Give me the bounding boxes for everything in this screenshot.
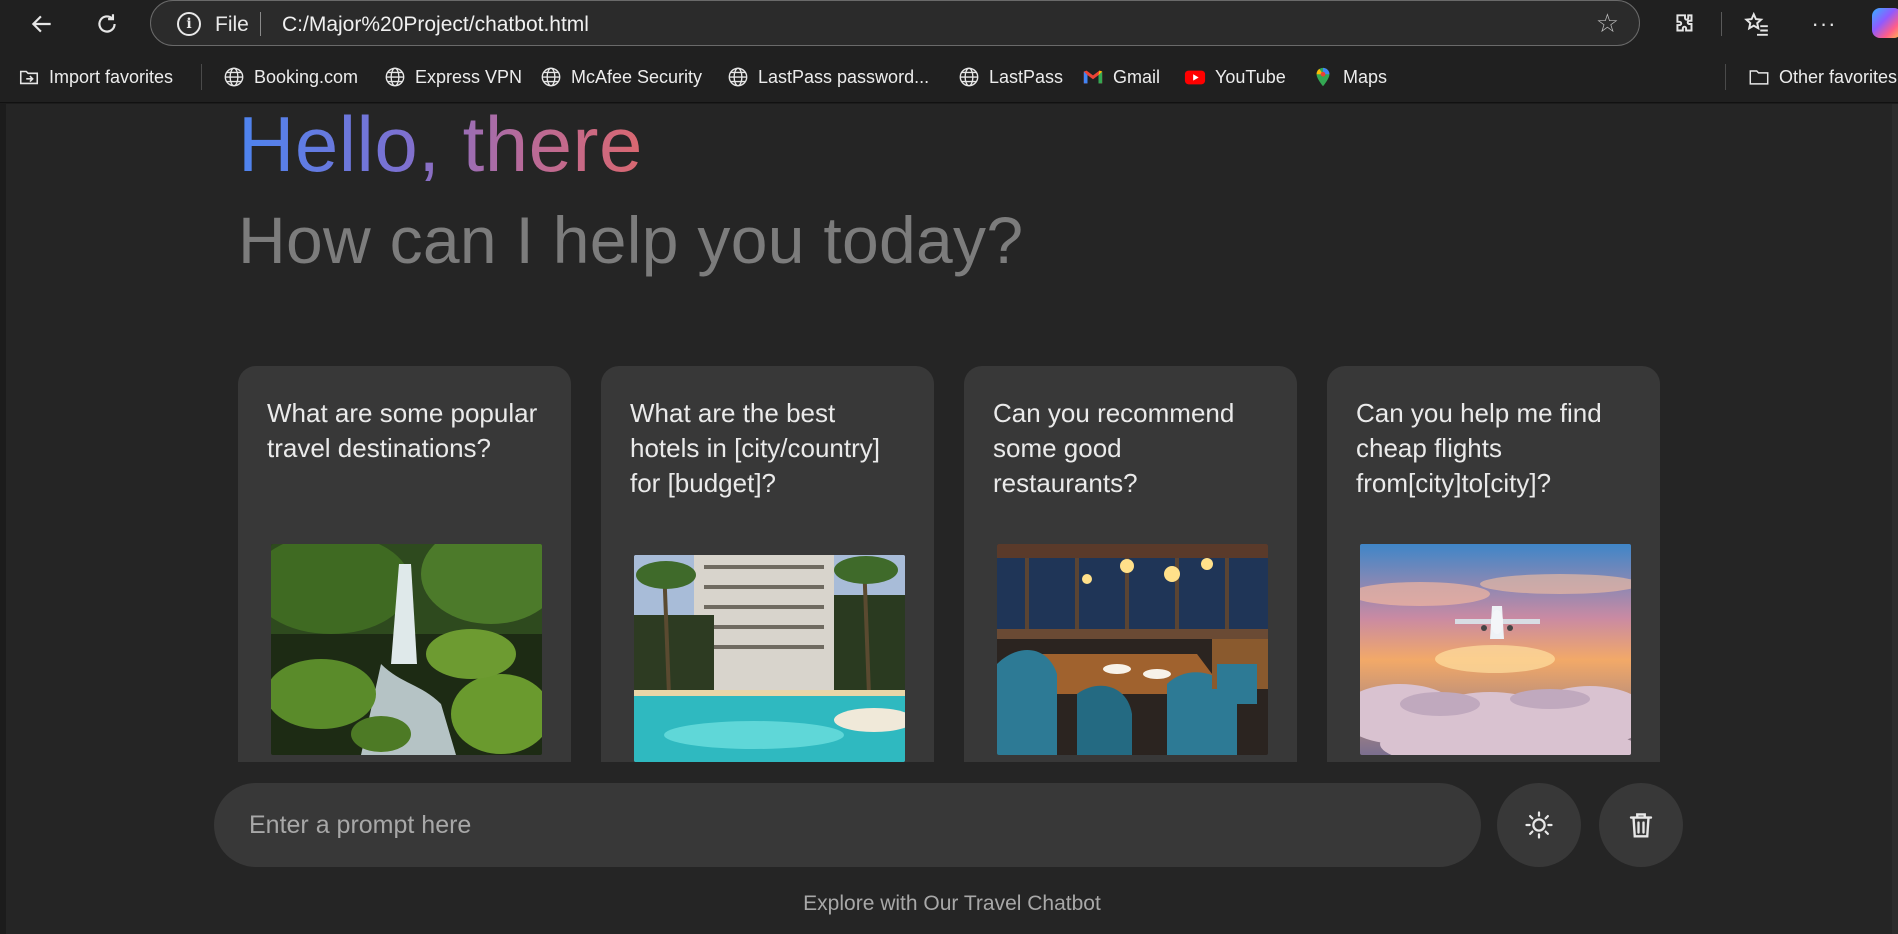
folder-icon xyxy=(1748,66,1770,88)
airplane-sunset-photo xyxy=(1360,544,1631,755)
delete-chat-button[interactable] xyxy=(1599,783,1683,867)
suggestion-card-flights[interactable]: Can you help me find cheap flights from[… xyxy=(1327,366,1660,762)
suggestion-card-restaurants[interactable]: Can you recommend some good restaurants? xyxy=(964,366,1297,762)
suggestion-text: What are some popular travel destination… xyxy=(267,398,538,463)
favorite-label: Maps xyxy=(1343,66,1388,87)
favorites-button[interactable] xyxy=(1741,8,1773,40)
browser-toolbar: i File C:/Major%20Project/chatbot.html ☆… xyxy=(0,0,1898,47)
favorite-label: Booking.com xyxy=(254,66,359,87)
favorite-gmail[interactable]: Gmail xyxy=(1082,65,1160,89)
sun-icon xyxy=(1525,811,1553,839)
globe-icon xyxy=(384,66,406,88)
add-favorite-star-icon[interactable]: ☆ xyxy=(1596,10,1619,36)
favorite-express-vpn[interactable]: Express VPN xyxy=(384,65,522,89)
suggestion-text: What are the best hotels in [city/countr… xyxy=(630,398,880,498)
chatbot-page: Hello, there How can I help you today? W… xyxy=(6,104,1898,934)
favorite-label: Express VPN xyxy=(415,66,523,87)
back-button[interactable] xyxy=(24,6,60,42)
suggestion-text: Can you recommend some good restaurants? xyxy=(993,398,1235,498)
favorite-youtube[interactable]: YouTube xyxy=(1184,65,1286,89)
favorite-lastpass-password[interactable]: LastPass password... xyxy=(727,65,929,89)
globe-icon xyxy=(540,66,562,88)
hotel-pool-photo xyxy=(634,555,905,762)
favorite-label: Gmail xyxy=(1113,66,1161,87)
favorite-label: Other favorites xyxy=(1779,66,1898,87)
favorite-mcafee[interactable]: McAfee Security xyxy=(540,65,702,89)
page-scrollbar[interactable] xyxy=(1892,104,1898,934)
extensions-button[interactable] xyxy=(1669,8,1701,40)
favorite-label: YouTube xyxy=(1215,66,1286,87)
favorite-label: LastPass xyxy=(989,66,1064,87)
suggestion-card-destinations[interactable]: What are some popular travel destination… xyxy=(238,366,571,762)
maps-icon xyxy=(1312,66,1334,88)
prompt-input[interactable] xyxy=(249,783,1449,867)
refresh-button[interactable] xyxy=(89,6,125,42)
waterfall-forest-photo xyxy=(271,544,542,755)
globe-icon xyxy=(958,66,980,88)
address-scheme-label: File xyxy=(215,13,249,36)
youtube-icon xyxy=(1184,66,1206,88)
favorites-divider xyxy=(1725,64,1726,90)
help-subtitle: How can I help you today? xyxy=(238,203,1024,277)
favorite-import[interactable]: Import favorites xyxy=(18,65,173,89)
prompt-bar xyxy=(214,783,1481,867)
toolbar-divider xyxy=(1721,12,1722,36)
favorite-label: McAfee Security xyxy=(571,66,703,87)
favorite-booking[interactable]: Booking.com xyxy=(223,65,358,89)
favorites-star-list-icon xyxy=(1744,11,1768,36)
restaurant-interior-photo xyxy=(997,544,1268,755)
globe-icon xyxy=(727,66,749,88)
ellipsis-icon: ··· xyxy=(1811,11,1837,36)
favorite-maps[interactable]: Maps xyxy=(1312,65,1387,89)
puzzle-icon xyxy=(1676,14,1693,32)
suggestion-text: Can you help me find cheap flights from[… xyxy=(1356,398,1602,498)
favorite-label: LastPass password... xyxy=(758,66,930,87)
site-info-icon[interactable]: i xyxy=(177,12,201,36)
favorite-label: Import favorites xyxy=(49,66,174,87)
address-bar[interactable]: i File C:/Major%20Project/chatbot.html ☆ xyxy=(150,0,1640,46)
suggestion-card-hotels[interactable]: What are the best hotels in [city/countr… xyxy=(601,366,934,762)
greeting-heading: Hello, there xyxy=(238,100,643,188)
copilot-icon[interactable] xyxy=(1872,8,1898,38)
favorites-bar: Import favorites Booking.com Express VPN… xyxy=(0,47,1898,103)
refresh-icon xyxy=(98,14,116,33)
footer-text: Explore with Our Travel Chatbot xyxy=(803,892,1101,915)
trash-icon xyxy=(1629,813,1653,838)
more-options-button[interactable]: ··· xyxy=(1808,8,1840,40)
gmail-icon xyxy=(1082,66,1104,88)
favorite-lastpass[interactable]: LastPass xyxy=(958,65,1063,89)
globe-icon xyxy=(223,66,245,88)
favorites-divider xyxy=(201,64,202,90)
address-divider xyxy=(260,12,261,36)
favorite-other-folder[interactable]: Other favorites xyxy=(1748,65,1897,89)
back-arrow-icon xyxy=(31,15,51,33)
import-icon xyxy=(18,66,40,88)
address-url[interactable]: C:/Major%20Project/chatbot.html xyxy=(282,13,589,37)
theme-toggle-button[interactable] xyxy=(1497,783,1581,867)
